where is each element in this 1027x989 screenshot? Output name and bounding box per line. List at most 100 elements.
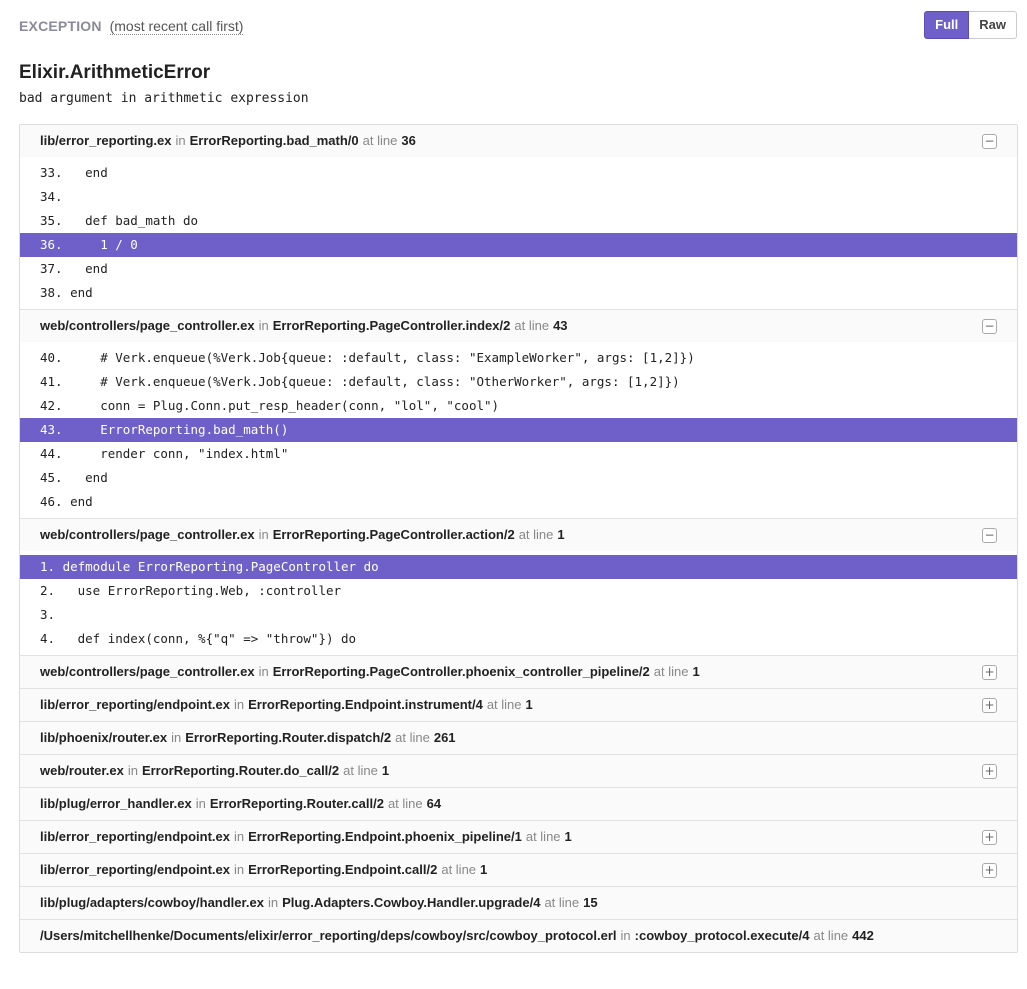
frame-at-line-text: at line <box>343 763 378 778</box>
frame-line-number: 64 <box>426 796 442 811</box>
code-line: 44. render conn, "index.html" <box>40 446 289 461</box>
frame-line-number: 15 <box>583 895 598 910</box>
code-line: 38. end <box>40 285 93 300</box>
stack-frame: lib/plug/adapters/cowboy/handler.ex in Plu… <box>20 886 1017 919</box>
frame-at-line-text: at line <box>362 133 398 148</box>
frame-file: /Users/mitchellhenke/Documents/elixir/er… <box>40 928 617 943</box>
frame-at-line-text: at line <box>653 664 689 679</box>
expand-icon[interactable]: + <box>982 698 997 713</box>
code-snippet: 40. # Verk.enqueue(%Verk.Job{queue: :def… <box>20 342 1017 518</box>
frame-header[interactable]: lib/error_reporting/endpoint.ex in ErrorRe… <box>20 821 1017 853</box>
frame-function: ErrorReporting.PageController.phoenix_co… <box>272 664 650 679</box>
highlighted-code-line: 43. ErrorReporting.bad_math() <box>20 418 1017 442</box>
frame-file: lib/phoenix/router.ex <box>40 730 168 745</box>
frame-file: web/controllers/page_controller.ex <box>40 664 255 679</box>
raw-button[interactable]: Raw <box>969 11 1017 39</box>
code-snippet: 1. defmodule ErrorReporting.PageControll… <box>20 551 1017 655</box>
stack-frame: lib/phoenix/router.ex in ErrorReporting.Ro… <box>20 721 1017 754</box>
expand-icon[interactable]: + <box>982 863 997 878</box>
stack-frame: lib/error_reporting/endpoint.ex in ErrorRe… <box>20 853 1017 886</box>
frame-function: ErrorReporting.Router.dispatch/2 <box>185 730 392 745</box>
frame-file: lib/error_reporting/endpoint.ex <box>40 862 230 877</box>
frame-header[interactable]: web/controllers/page_controller.ex in Erro… <box>20 656 1017 688</box>
collapse-icon[interactable]: − <box>982 134 997 149</box>
expand-icon[interactable]: + <box>982 665 997 680</box>
frame-line-number: 36 <box>401 133 416 148</box>
stack-frame: web/controllers/page_controller.ex in Erro… <box>20 309 1017 518</box>
frame-header[interactable]: lib/phoenix/router.ex in ErrorReporting.Ro… <box>20 722 1017 754</box>
frame-function: ErrorReporting.PageController.action/2 <box>272 527 515 542</box>
frame-file: web/controllers/page_controller.ex <box>40 527 255 542</box>
error-title: Elixir.ArithmeticError <box>19 62 211 83</box>
code-line: 41. # Verk.enqueue(%Verk.Job{queue: :def… <box>40 374 680 389</box>
full-button[interactable]: Full <box>924 11 970 39</box>
frame-header[interactable]: web/controllers/page_controller.ex in Erro… <box>20 519 1017 551</box>
highlighted-code-line: 1. defmodule ErrorReporting.PageControll… <box>20 555 1017 579</box>
stack-frame: lib/error_reporting/endpoint.ex in ErrorRe… <box>20 688 1017 721</box>
frame-file: lib/plug/error_handler.ex <box>40 796 192 811</box>
frame-in-text: in <box>258 664 269 679</box>
stack-frame: lib/plug/error_handler.ex in ErrorReportin… <box>20 787 1017 820</box>
frame-in-text: in <box>233 697 245 712</box>
frame-header[interactable]: /Users/mitchellhenke/Documents/elixir/er… <box>20 920 1017 952</box>
stack-frame: lib/error_reporting.ex in ErrorReporting.b… <box>20 125 1017 309</box>
error-message: bad argument in arithmetic expression <box>19 91 309 106</box>
frame-at-line-text: at line <box>544 895 580 910</box>
code-line: 4. def index(conn, %{"q" => "throw"}) do <box>40 631 357 646</box>
frame-header[interactable]: lib/error_reporting/endpoint.ex in ErrorRe… <box>20 689 1017 721</box>
frame-line-number: 1 <box>525 697 533 712</box>
code-line: 3. <box>40 607 56 622</box>
expand-icon[interactable]: + <box>982 764 997 779</box>
code-line: 2. use ErrorReporting.Web, :controller <box>40 583 342 598</box>
code-line: 33. end <box>40 165 108 180</box>
frame-function: ErrorReporting.Router.do_call/2 <box>141 763 340 778</box>
exception-label-group: EXCEPTION (most recent call first) <box>19 18 244 35</box>
frame-at-line-text: at line <box>395 730 430 745</box>
frame-in-text: in <box>233 829 245 844</box>
frame-function: Plug.Adapters.Cowboy.Handler.upgrade/4 <box>282 895 541 910</box>
code-line: 37. end <box>40 261 108 276</box>
frame-header[interactable]: web/controllers/page_controller.ex in Erro… <box>20 310 1017 342</box>
code-line: 45. end <box>40 470 108 485</box>
frame-file: lib/error_reporting/endpoint.ex <box>40 829 230 844</box>
expand-icon[interactable]: + <box>982 830 997 845</box>
stack-frame: /Users/mitchellhenke/Documents/elixir/er… <box>20 919 1017 952</box>
frame-function: ErrorReporting.Endpoint.call/2 <box>248 862 438 877</box>
frame-in-text: in <box>267 895 279 910</box>
frame-file: lib/error_reporting/endpoint.ex <box>40 697 230 712</box>
frame-function: :cowboy_protocol.execute/4 <box>634 928 810 943</box>
frame-in-text: in <box>258 527 269 542</box>
exception-header: EXCEPTION (most recent call first) Full … <box>19 0 1017 52</box>
frame-header[interactable]: lib/error_reporting.ex in ErrorReporting.b… <box>20 125 1017 157</box>
frame-header[interactable]: web/router.ex in ErrorReporting.Router.do_… <box>20 755 1017 787</box>
frame-line-number: 1 <box>480 862 488 877</box>
frame-in-text: in <box>233 862 245 877</box>
frame-at-line-text: at line <box>813 928 849 943</box>
frame-line-number: 1 <box>564 829 572 844</box>
frame-header[interactable]: lib/plug/error_handler.ex in ErrorReportin… <box>20 788 1017 820</box>
frame-line-number: 1 <box>692 664 700 679</box>
frame-header[interactable]: lib/plug/adapters/cowboy/handler.ex in Plu… <box>20 887 1017 919</box>
frame-at-line-text: at line <box>387 796 423 811</box>
stack-frame: web/controllers/page_controller.ex in Erro… <box>20 518 1017 655</box>
code-line: 42. conn = Plug.Conn.put_resp_header(con… <box>40 398 500 413</box>
frame-line-number: 442 <box>852 928 874 943</box>
frame-in-text: in <box>620 928 631 943</box>
frame-file: web/router.ex <box>40 763 124 778</box>
code-line: 40. # Verk.enqueue(%Verk.Job{queue: :def… <box>40 350 695 365</box>
frame-file: lib/plug/adapters/cowboy/handler.ex <box>40 895 264 910</box>
call-order-hint[interactable]: (most recent call first) <box>109 18 244 35</box>
exception-page: EXCEPTION (most recent call first) Full … <box>0 0 1027 953</box>
frame-header[interactable]: lib/error_reporting/endpoint.ex in ErrorRe… <box>20 854 1017 886</box>
frame-line-number: 1 <box>557 527 565 542</box>
frame-file: web/controllers/page_controller.ex <box>40 318 255 333</box>
frame-function: ErrorReporting.bad_math/0 <box>189 133 359 148</box>
frame-in-text: in <box>195 796 206 811</box>
frame-in-text: in <box>171 730 182 745</box>
stack-frame: lib/error_reporting/endpoint.ex in ErrorRe… <box>20 820 1017 853</box>
code-line: 35. def bad_math do <box>40 213 199 228</box>
highlighted-code-line: 36. 1 / 0 <box>20 233 1017 257</box>
collapse-icon[interactable]: − <box>982 319 997 334</box>
frame-function: ErrorReporting.PageController.index/2 <box>272 318 511 333</box>
collapse-icon[interactable]: − <box>982 528 997 543</box>
